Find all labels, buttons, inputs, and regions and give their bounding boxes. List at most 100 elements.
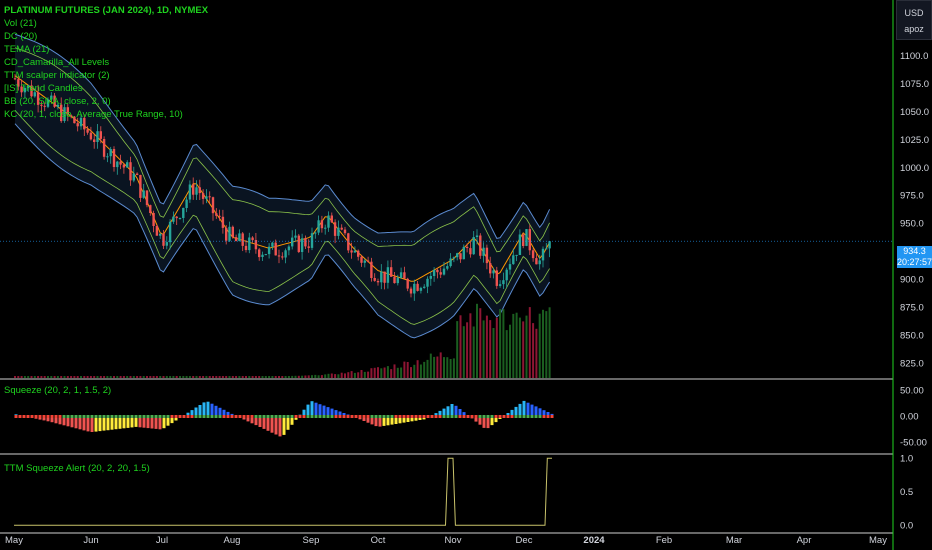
volume-bar — [251, 376, 254, 378]
indicator-bb[interactable]: BB (20, SMA, close, 2, 0) — [4, 95, 208, 108]
squeeze-dot — [266, 415, 270, 418]
volume-bar — [149, 376, 152, 378]
indicator-ttm-scalper[interactable]: TTM scalper indicator (2) — [4, 69, 208, 82]
squeeze-dot — [398, 415, 402, 418]
volume-bar — [155, 376, 158, 378]
volume-bar — [344, 373, 346, 378]
alert-label[interactable]: TTM Squeeze Alert (20, 2, 20, 1.5) — [4, 463, 150, 474]
price-tick-label: 1075.0 — [900, 79, 929, 90]
candle — [492, 270, 495, 274]
time-tick-label: 2024 — [583, 535, 605, 546]
squeeze-dot — [290, 415, 294, 418]
squeeze-bar — [258, 416, 262, 427]
volume-bar — [27, 376, 30, 378]
candle — [99, 131, 102, 139]
squeeze-dot — [498, 415, 502, 418]
squeeze-dot — [274, 415, 278, 418]
indicator-dc[interactable]: DC (20) — [4, 30, 208, 43]
volume-bar — [60, 376, 63, 378]
squeeze-bar — [522, 400, 526, 417]
volume-bar — [119, 376, 122, 378]
candle — [145, 190, 149, 206]
candle — [469, 248, 472, 255]
currency-label[interactable]: USD — [897, 8, 931, 18]
squeeze-bar — [98, 416, 102, 432]
indicator-camarilla[interactable]: CD_Camarilla_All Levels — [4, 56, 208, 69]
candle — [535, 258, 538, 265]
candle — [350, 250, 353, 253]
time-tick-label: Feb — [656, 535, 672, 546]
symbol-title[interactable]: PLATINUM FUTURES (JAN 2024), 1D, NYMEX — [4, 4, 208, 17]
volume-bar — [433, 356, 436, 378]
squeeze-dot — [154, 415, 158, 418]
squeeze-tick-label: 0.00 — [900, 412, 919, 423]
price-tick-label: 850.0 — [900, 331, 924, 342]
squeeze-dot — [322, 415, 326, 418]
time-tick-label: Apr — [797, 535, 812, 546]
squeeze-dot — [162, 415, 166, 418]
price-tick-label: 1050.0 — [900, 107, 929, 118]
candle — [195, 187, 198, 195]
time-tick-label: Aug — [224, 535, 241, 546]
volume-bar — [188, 376, 191, 378]
candle — [310, 233, 314, 248]
candle — [165, 242, 168, 246]
squeeze-dot — [210, 415, 214, 418]
candle — [426, 278, 429, 287]
squeeze-bar — [158, 416, 162, 430]
squeeze-dot — [178, 415, 182, 418]
currency-box[interactable]: USD apoz — [896, 0, 932, 40]
last-price: 934.3 — [903, 246, 926, 256]
candle — [541, 248, 545, 261]
volume-bar — [17, 376, 20, 378]
squeeze-bar — [110, 416, 114, 430]
squeeze-dot — [370, 415, 374, 418]
candle — [162, 233, 165, 246]
squeeze-bar — [122, 416, 126, 429]
candle — [135, 173, 139, 175]
squeeze-bar — [282, 416, 286, 435]
candle — [93, 139, 96, 142]
volume-bar — [287, 376, 290, 378]
squeeze-dot — [138, 415, 142, 418]
volume-bar — [281, 376, 284, 378]
volume-bar — [357, 372, 360, 378]
squeeze-dot — [254, 415, 258, 418]
indicator-kc[interactable]: KC (20, 1, close, Average True Range, 10… — [4, 108, 208, 121]
candle — [304, 238, 307, 247]
candle — [291, 237, 294, 247]
squeeze-dot — [410, 415, 414, 418]
candle — [182, 207, 185, 218]
candle — [340, 227, 343, 230]
squeeze-dot — [466, 415, 470, 418]
candle — [343, 229, 347, 234]
squeeze-dot — [390, 415, 394, 418]
price-tick-label: 1100.0 — [900, 51, 928, 62]
volume-bar — [264, 376, 267, 378]
squeeze-bar — [314, 402, 318, 417]
squeeze-dot — [462, 415, 466, 418]
candle — [515, 254, 518, 256]
indicator-vol[interactable]: Vol (21) — [4, 17, 208, 30]
candle — [363, 260, 366, 263]
candle — [413, 283, 416, 294]
candle — [89, 132, 93, 140]
squeeze-bar — [270, 416, 274, 433]
candle — [459, 253, 462, 260]
volume-bar — [443, 357, 445, 378]
volume-bar — [185, 376, 188, 378]
candle — [300, 238, 304, 252]
squeeze-dot — [314, 415, 318, 418]
volume-bar — [198, 376, 201, 378]
volume-bar — [419, 364, 422, 378]
squeeze-dot — [38, 415, 42, 418]
indicator-trend-candles[interactable]: [IS] Trend Candles — [4, 82, 208, 95]
volume-bar — [545, 311, 548, 378]
volume-bar — [83, 376, 86, 378]
squeeze-label[interactable]: Squeeze (20, 2, 1, 1.5, 2) — [4, 385, 111, 396]
candle — [119, 161, 122, 165]
candle — [198, 187, 201, 194]
volume-bar — [413, 364, 416, 378]
indicator-tema[interactable]: TEMA (21) — [4, 43, 208, 56]
candle — [294, 235, 297, 238]
